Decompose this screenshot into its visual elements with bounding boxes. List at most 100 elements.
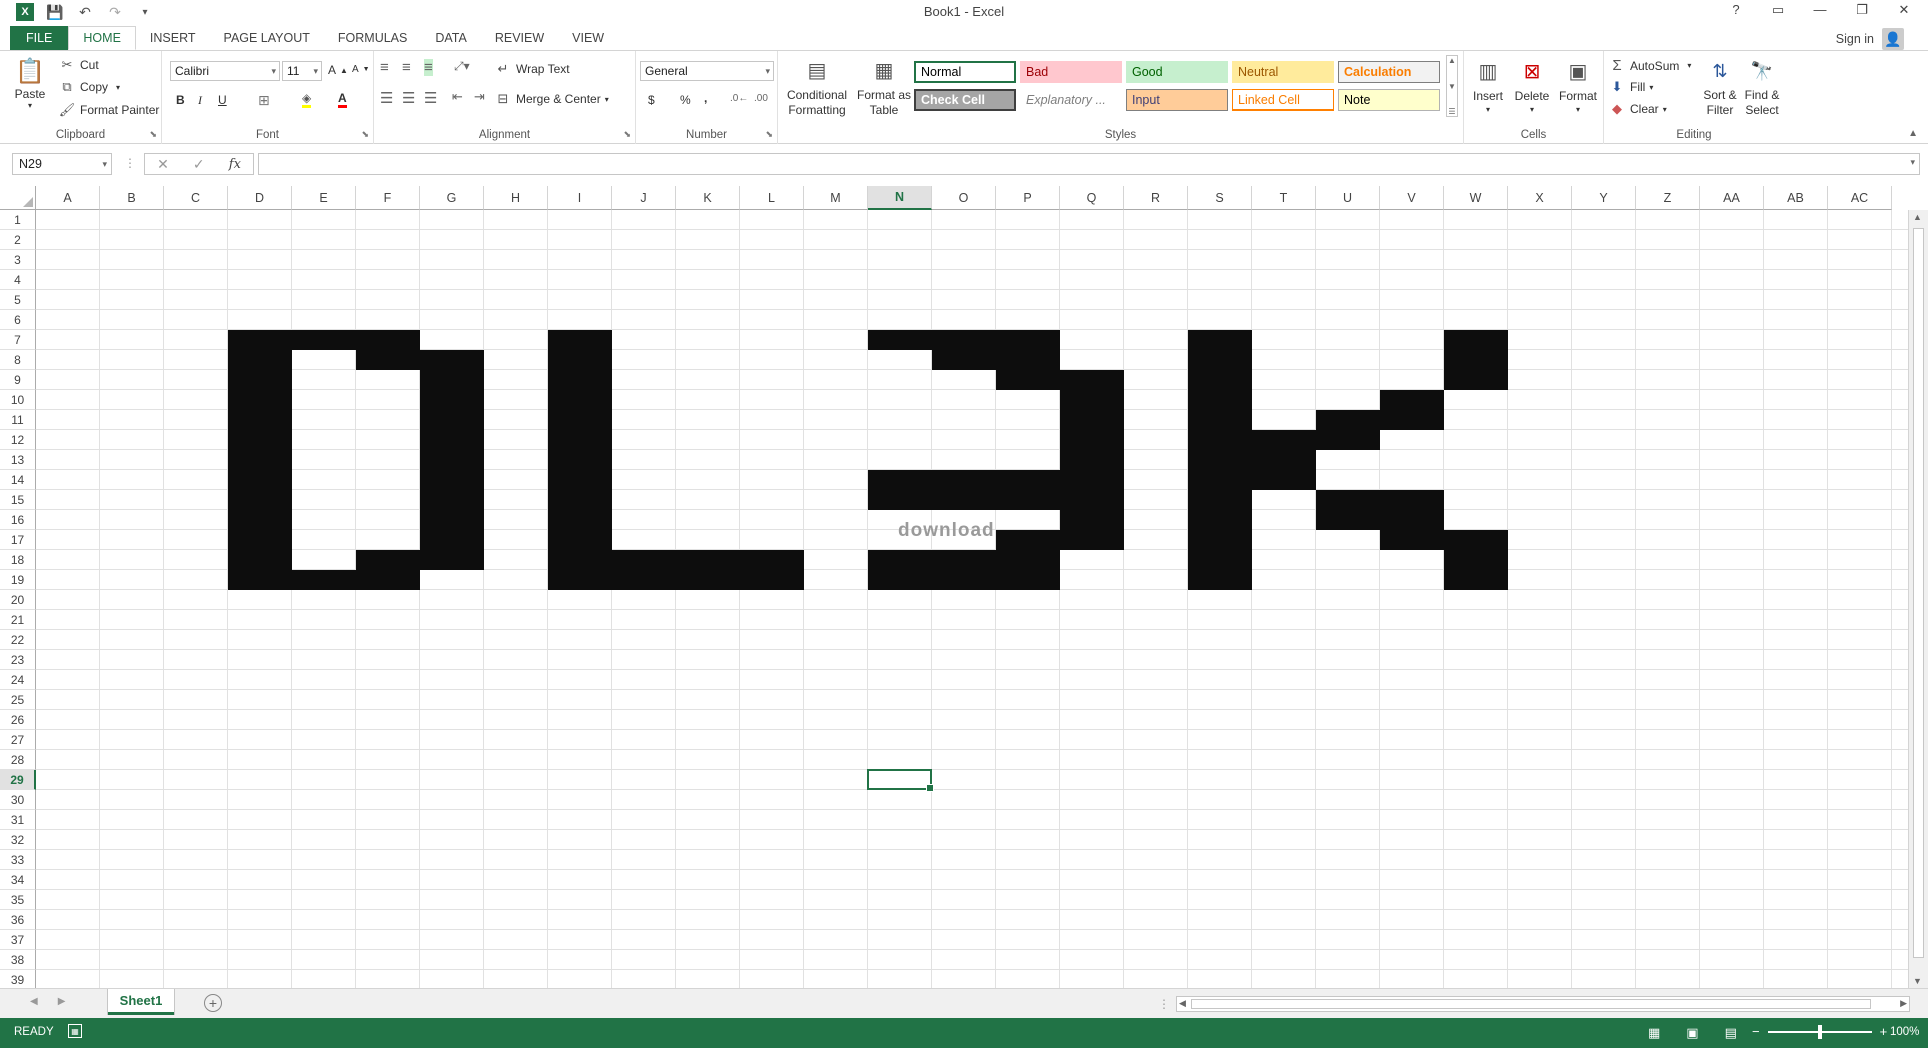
name-box[interactable]: N29 — [12, 153, 112, 175]
column-header-ac[interactable]: AC — [1828, 186, 1892, 210]
row-header-17[interactable]: 17 — [0, 530, 36, 550]
column-header-j[interactable]: J — [612, 186, 676, 210]
row-header-35[interactable]: 35 — [0, 890, 36, 910]
sheet-tab-sheet1[interactable]: Sheet1 — [108, 989, 174, 1015]
column-header-h[interactable]: H — [484, 186, 548, 210]
column-header-z[interactable]: Z — [1636, 186, 1700, 210]
zoom-out-icon[interactable]: − — [1752, 1024, 1760, 1039]
borders-icon[interactable]: ⊞ — [258, 92, 270, 109]
zoom-percent[interactable]: 100% — [1890, 1026, 1919, 1038]
row-header-8[interactable]: 8 — [0, 350, 36, 370]
scroll-up-icon[interactable]: ▲ — [1913, 212, 1922, 222]
row-header-3[interactable]: 3 — [0, 250, 36, 270]
row-header-27[interactable]: 27 — [0, 730, 36, 750]
wrap-text-button[interactable]: ↵ Wrap Text — [494, 61, 570, 77]
customize-quick-access-icon[interactable]: ▾ — [136, 3, 154, 21]
decrease-decimal-icon[interactable]: .00 — [754, 93, 768, 104]
formula-input[interactable] — [258, 153, 1920, 175]
horizontal-scroll-thumb[interactable] — [1191, 999, 1871, 1009]
filled-cells[interactable] — [548, 330, 612, 590]
row-header-6[interactable]: 6 — [0, 310, 36, 330]
dialog-launcher-icon[interactable]: ⬊ — [149, 129, 157, 140]
cancel-icon[interactable]: ✕ — [157, 156, 169, 173]
filled-cells[interactable] — [932, 330, 996, 370]
filled-cells[interactable] — [612, 550, 804, 590]
filled-cells[interactable] — [996, 530, 1060, 590]
column-header-e[interactable]: E — [292, 186, 356, 210]
row-header-16[interactable]: 16 — [0, 510, 36, 530]
column-header-d[interactable]: D — [228, 186, 292, 210]
column-header-u[interactable]: U — [1316, 186, 1380, 210]
cell-style-input[interactable]: Input — [1126, 89, 1228, 111]
insert-function-icon[interactable]: fx — [229, 157, 241, 172]
tab-file[interactable]: FILE — [10, 26, 69, 50]
bold-button[interactable]: B — [176, 93, 185, 107]
row-header-7[interactable]: 7 — [0, 330, 36, 350]
column-header-p[interactable]: P — [996, 186, 1060, 210]
middle-align-icon[interactable]: ≡ — [402, 59, 411, 76]
macro-record-icon[interactable]: ▦ — [68, 1024, 82, 1038]
row-header-12[interactable]: 12 — [0, 430, 36, 450]
dialog-launcher-icon[interactable]: ⬊ — [765, 129, 773, 140]
tab-split-handle-icon[interactable]: ⋮ — [1158, 997, 1170, 1011]
row-header-30[interactable]: 30 — [0, 790, 36, 810]
column-header-a[interactable]: A — [36, 186, 100, 210]
vertical-scroll-thumb[interactable] — [1913, 228, 1924, 958]
row-header-31[interactable]: 31 — [0, 810, 36, 830]
comma-button[interactable]: , — [704, 91, 707, 105]
tab-insert[interactable]: INSERT — [136, 26, 210, 50]
filled-cells[interactable] — [292, 570, 356, 590]
format-painter-button[interactable]: 🖌 Format Painter — [58, 102, 160, 118]
cell-style-neutral[interactable]: Neutral — [1232, 61, 1334, 83]
tab-view[interactable]: VIEW — [558, 26, 618, 50]
row-header-20[interactable]: 20 — [0, 590, 36, 610]
filled-cells[interactable] — [932, 550, 996, 590]
styles-gallery-scroll[interactable]: ▲ ▼ ☰ — [1446, 55, 1458, 117]
column-header-aa[interactable]: AA — [1700, 186, 1764, 210]
close-icon[interactable]: ✕ — [1894, 2, 1914, 18]
autosum-button[interactable]: Σ AutoSum ▾ — [1608, 57, 1691, 74]
row-header-21[interactable]: 21 — [0, 610, 36, 630]
dialog-launcher-icon[interactable]: ⬊ — [361, 129, 369, 140]
cut-button[interactable]: ✂ Cut — [58, 57, 99, 73]
column-header-v[interactable]: V — [1380, 186, 1444, 210]
row-header-38[interactable]: 38 — [0, 950, 36, 970]
save-icon[interactable]: 💾 — [46, 3, 64, 21]
fill-button[interactable]: ⬇ Fill ▾ — [1608, 79, 1654, 95]
restore-icon[interactable]: ❐ — [1852, 2, 1872, 18]
cell-style-linked-cell[interactable]: Linked Cell — [1232, 89, 1334, 111]
select-all-button[interactable] — [0, 186, 36, 210]
page-layout-view-icon[interactable]: ▣ — [1686, 1025, 1698, 1041]
minimize-icon[interactable]: — — [1810, 2, 1830, 18]
row-header-13[interactable]: 13 — [0, 450, 36, 470]
column-header-t[interactable]: T — [1252, 186, 1316, 210]
row-header-14[interactable]: 14 — [0, 470, 36, 490]
filled-cells[interactable] — [1188, 330, 1252, 590]
font-family-select[interactable]: Calibri — [170, 61, 280, 81]
chevron-down-icon[interactable]: ▼ — [1448, 82, 1456, 91]
filled-cells[interactable] — [1060, 370, 1124, 550]
align-center-icon[interactable]: ☰ — [402, 89, 415, 107]
row-header-39[interactable]: 39 — [0, 970, 36, 990]
increase-decimal-icon[interactable]: .0← — [730, 93, 748, 104]
filled-cells[interactable] — [420, 350, 484, 570]
ribbon-display-icon[interactable]: ▭ — [1768, 2, 1788, 18]
shrink-font-button[interactable]: A ▼ — [352, 64, 370, 75]
merge-center-button[interactable]: ⊟ Merge & Center ▾ — [494, 91, 609, 107]
row-header-26[interactable]: 26 — [0, 710, 36, 730]
filled-cells[interactable] — [1444, 530, 1508, 590]
orientation-icon[interactable]: ⤢▾ — [454, 59, 470, 74]
tab-home[interactable]: HOME — [68, 26, 136, 50]
column-header-c[interactable]: C — [164, 186, 228, 210]
row-header-2[interactable]: 2 — [0, 230, 36, 250]
column-header-x[interactable]: X — [1508, 186, 1572, 210]
column-header-i[interactable]: I — [548, 186, 612, 210]
cell-style-explanatory[interactable]: Explanatory ... — [1020, 89, 1122, 111]
fill-color-icon[interactable]: ◈ — [302, 91, 312, 108]
filled-cells[interactable] — [996, 330, 1060, 390]
percent-button[interactable]: % — [680, 93, 691, 107]
row-header-22[interactable]: 22 — [0, 630, 36, 650]
active-cell[interactable] — [867, 769, 934, 792]
vertical-scrollbar[interactable]: ▲ ▼ — [1908, 210, 1928, 988]
row-header-10[interactable]: 10 — [0, 390, 36, 410]
